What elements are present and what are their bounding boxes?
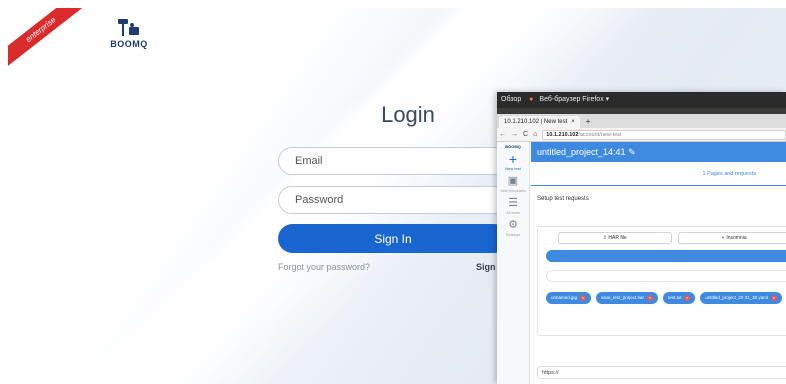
navigation-bar: ← → C ⌂ 10.1.210.102/account/new-test (497, 128, 786, 142)
sidebar-item-templates[interactable]: ▣ Test templates (497, 175, 529, 193)
file-chip[interactable]: save_test_project.har × (596, 292, 659, 304)
url-path: /account/new-test (578, 131, 622, 138)
project-title[interactable]: untitled_project_14:41 ✎ (531, 142, 786, 162)
har-file-button[interactable]: ⇪ HAR file (558, 232, 672, 244)
forgot-password-link[interactable]: Forgot your password? (278, 262, 370, 272)
step-tab-pages-requests[interactable]: 1 Pages and requests (531, 162, 786, 186)
file-chip-label: test.txt (668, 295, 682, 300)
file-chips: unnamed.jpg × save_test_project.har × test… (538, 282, 786, 304)
login-title: Login (381, 102, 435, 127)
upload-panel: ⇪ HAR file ◐ Insomnia unnamed.jpg × save_… (537, 226, 786, 336)
tab-title: 10.1.210.102 | New test (504, 119, 568, 125)
new-tab-button[interactable]: + (580, 116, 597, 128)
list-icon: ☰ (508, 197, 518, 209)
sidebar-item-settings[interactable]: ⚙ Settings (497, 219, 529, 237)
enterprise-ribbon: enterprise (8, 8, 90, 71)
remove-file-icon[interactable]: × (684, 295, 691, 301)
back-icon[interactable]: ← (499, 131, 506, 138)
hammer-logo-icon (118, 19, 139, 36)
forward-icon[interactable]: → (511, 131, 518, 138)
home-icon[interactable]: ⌂ (533, 131, 537, 138)
url-host: 10.1.210.102 (546, 131, 579, 138)
sign-up-link[interactable]: Sign (476, 262, 496, 272)
drop-zone[interactable] (546, 270, 786, 282)
password-field[interactable] (278, 186, 508, 214)
upload-progress-bar (546, 250, 786, 262)
firefox-window: Обзор ● Веб-браузер Firefox ▾ 10.1.210.10… (497, 92, 786, 384)
har-button-label: HAR file (608, 235, 627, 241)
close-tab-icon[interactable]: × (571, 116, 575, 128)
sidebar-item-label: All tests (505, 210, 520, 215)
tab-bar: 10.1.210.102 | New test × + (497, 114, 786, 128)
app-menu[interactable]: Веб-браузер Firefox ▾ (539, 96, 609, 103)
email-field[interactable] (278, 147, 508, 175)
sign-in-button[interactable]: Sign In (278, 224, 508, 253)
file-chip[interactable]: unnamed.jpg × (546, 292, 592, 304)
setup-title: Setup test requests (537, 196, 589, 202)
file-chip-label: untitled_project_20 31_30.yaml (705, 295, 768, 300)
reload-icon[interactable]: C (523, 131, 528, 138)
templates-icon: ▣ (507, 175, 519, 187)
overview-button[interactable]: Обзор (501, 96, 521, 103)
file-chip[interactable]: test.txt × (663, 292, 696, 304)
file-chip[interactable]: untitled_project_20 31_30.yaml × (700, 292, 782, 304)
remove-file-icon[interactable]: × (647, 295, 654, 301)
app-main: untitled_project_14:41 ✎ 1 Pages and req… (531, 142, 786, 384)
request-url-input[interactable] (537, 366, 786, 379)
browser-tab[interactable]: 10.1.210.102 | New test × (499, 116, 580, 128)
sidebar-logo: BOOMQ (505, 144, 521, 149)
firefox-icon: ● (529, 96, 534, 103)
sidebar-item-label: New test (505, 166, 521, 171)
sidebar-item-label: Test templates (500, 188, 526, 193)
sidebar-item-label: Settings (505, 232, 521, 237)
os-top-bar: Обзор ● Веб-браузер Firefox ▾ (497, 92, 786, 108)
boomq-app: BOOMQ + New test ▣ Test templates ☰ All … (497, 142, 786, 384)
file-chip-label: unnamed.jpg (551, 295, 578, 300)
sidebar-item-all-tests[interactable]: ☰ All tests (497, 197, 529, 215)
insomnia-button-label: Insomnia (726, 235, 747, 241)
logo-text: BOOMQ (110, 39, 148, 49)
remove-file-icon[interactable]: × (580, 295, 587, 301)
boomq-logo: BOOMQ (108, 18, 150, 49)
address-bar[interactable]: 10.1.210.102/account/new-test (542, 129, 786, 140)
plus-icon: + (508, 151, 518, 167)
file-chip-label: save_test_project.har (601, 295, 645, 300)
insomnia-button[interactable]: ◐ Insomnia (677, 232, 786, 244)
sidebar-item-new-test[interactable]: + New test (497, 151, 529, 171)
remove-file-icon[interactable]: × (770, 295, 777, 301)
app-sidebar: BOOMQ + New test ▣ Test templates ☰ All … (497, 142, 530, 384)
gear-icon: ⚙ (508, 219, 518, 231)
